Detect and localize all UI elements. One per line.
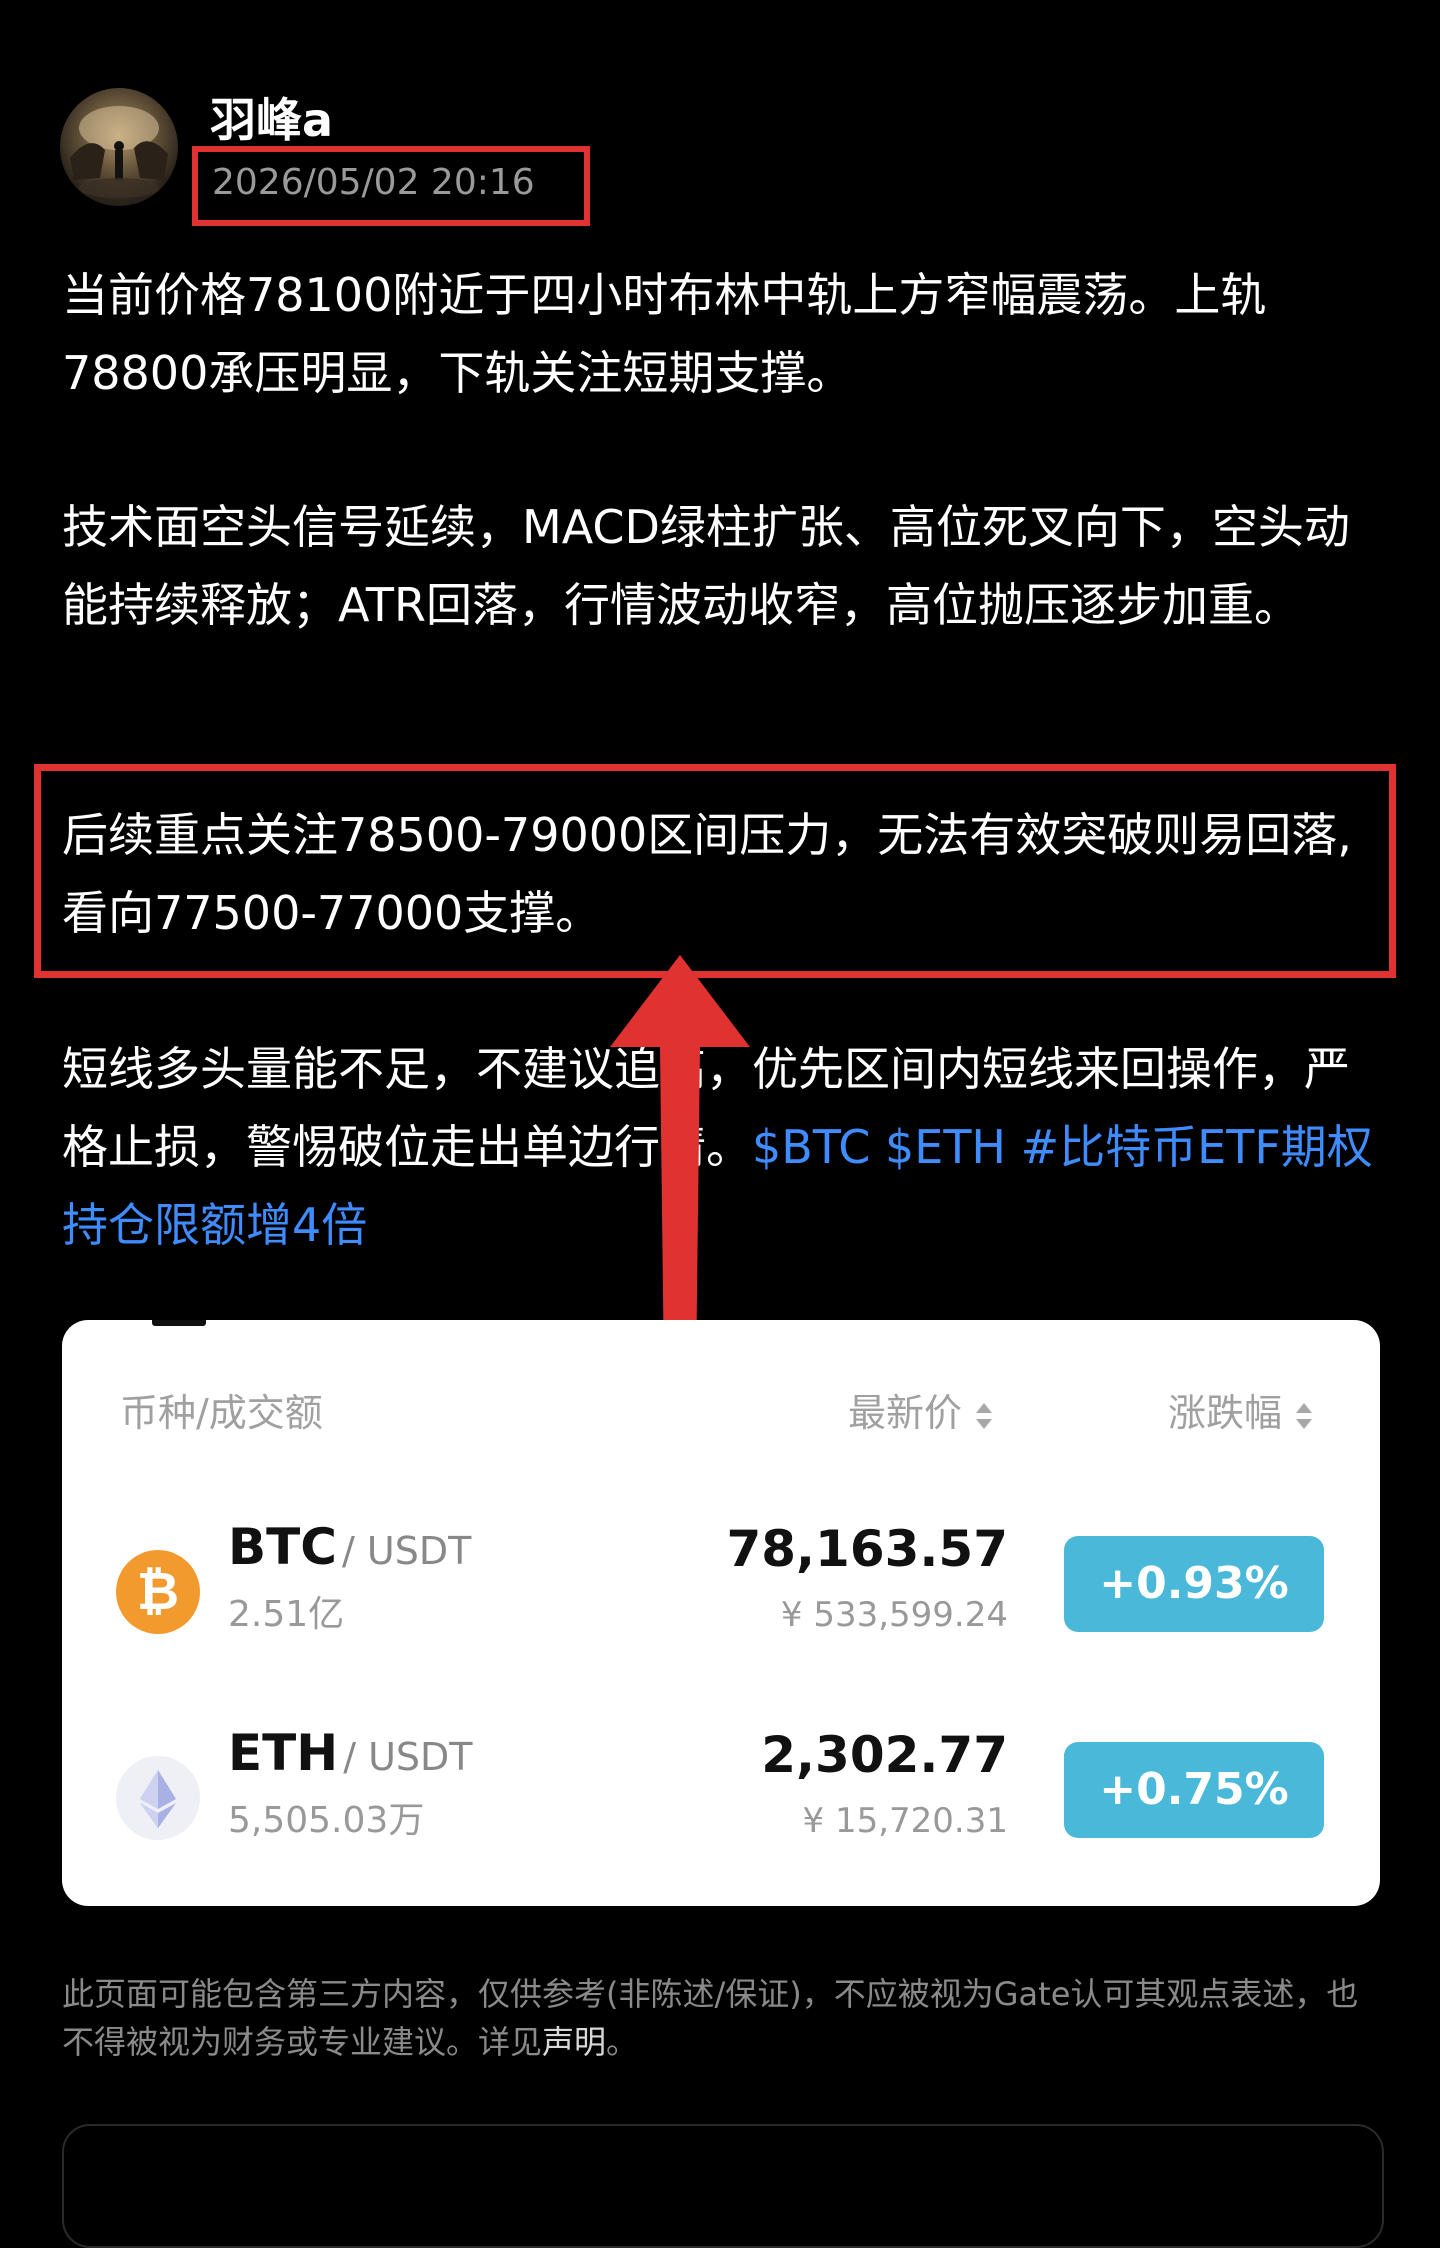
pair-volume: 5,505.03万 — [228, 1800, 425, 1841]
pair-quote: / USDT — [343, 1735, 473, 1779]
header-change[interactable]: 涨跌幅 — [1168, 1388, 1312, 1438]
pair-base: ETH — [228, 1724, 339, 1782]
sort-icon — [1296, 1402, 1312, 1429]
latest-price-cny: ¥ 533,599.24 — [780, 1595, 1008, 1635]
pair-volume: 2.51亿 — [228, 1594, 345, 1635]
pair-label: BTC / USDT — [228, 1512, 471, 1594]
pair-base: BTC — [228, 1518, 337, 1576]
disclaimer-link[interactable]: 声明 — [542, 2023, 606, 2061]
sort-icon — [976, 1402, 992, 1429]
next-card — [62, 2124, 1384, 2248]
change-badge[interactable]: +0.93% — [1064, 1536, 1324, 1632]
disclaimer-end: 。 — [606, 2023, 639, 2061]
highlight-box-timestamp — [192, 146, 590, 226]
market-row-eth[interactable]: ETH / USDT 5,505.03万 2,302.77 ¥ 15,720.3… — [62, 1706, 1380, 1906]
tag-btc[interactable]: $BTC — [752, 1120, 870, 1174]
avatar-image — [70, 106, 168, 198]
post-paragraph-1: 当前价格78100附近于四小时布林中轨上方窄幅震荡。上轨78800承压明显，下轨… — [62, 268, 1267, 400]
market-row-btc[interactable]: ₿ BTC / USDT 2.51亿 78,163.57 ¥ 533,599.2… — [62, 1500, 1380, 1700]
header-latest-price-label: 最新价 — [847, 1391, 962, 1435]
latest-price-cny: ¥ 15,720.31 — [802, 1801, 1008, 1841]
latest-price: 2,302.77 — [761, 1726, 1008, 1784]
header-change-label: 涨跌幅 — [1167, 1391, 1282, 1435]
bitcoin-icon: ₿ — [116, 1550, 200, 1634]
header-pair-volume: 币种/成交额 — [120, 1391, 323, 1435]
tag-eth[interactable]: $ETH — [885, 1120, 1006, 1174]
ethereum-icon — [116, 1756, 200, 1840]
post-paragraph-2: 技术面空头信号延续，MACD绿柱扩张、高位死叉向下，空头动能持续释放；ATR回落… — [62, 500, 1350, 632]
highlight-box-paragraph — [34, 764, 1396, 978]
disclaimer: 此页面可能包含第三方内容，仅供参考(非陈述/保证)，不应被视为Gate认可其观点… — [62, 1970, 1382, 2066]
author-avatar[interactable] — [60, 88, 178, 206]
pair-quote: / USDT — [342, 1529, 472, 1573]
latest-price: 78,163.57 — [726, 1520, 1008, 1578]
author-name[interactable]: 羽峰a — [210, 90, 333, 150]
pair-label: ETH / USDT — [228, 1718, 473, 1800]
change-badge[interactable]: +0.75% — [1064, 1742, 1324, 1838]
card-notch — [152, 1320, 206, 1326]
market-card: 币种/成交额 最新价 涨跌幅 ₿ BTC / USDT 2.51亿 78,163… — [62, 1320, 1380, 1906]
disclaimer-text: 此页面可能包含第三方内容，仅供参考(非陈述/保证)，不应被视为Gate认可其观点… — [62, 1975, 1359, 2061]
header-latest-price[interactable]: 最新价 — [848, 1388, 992, 1438]
